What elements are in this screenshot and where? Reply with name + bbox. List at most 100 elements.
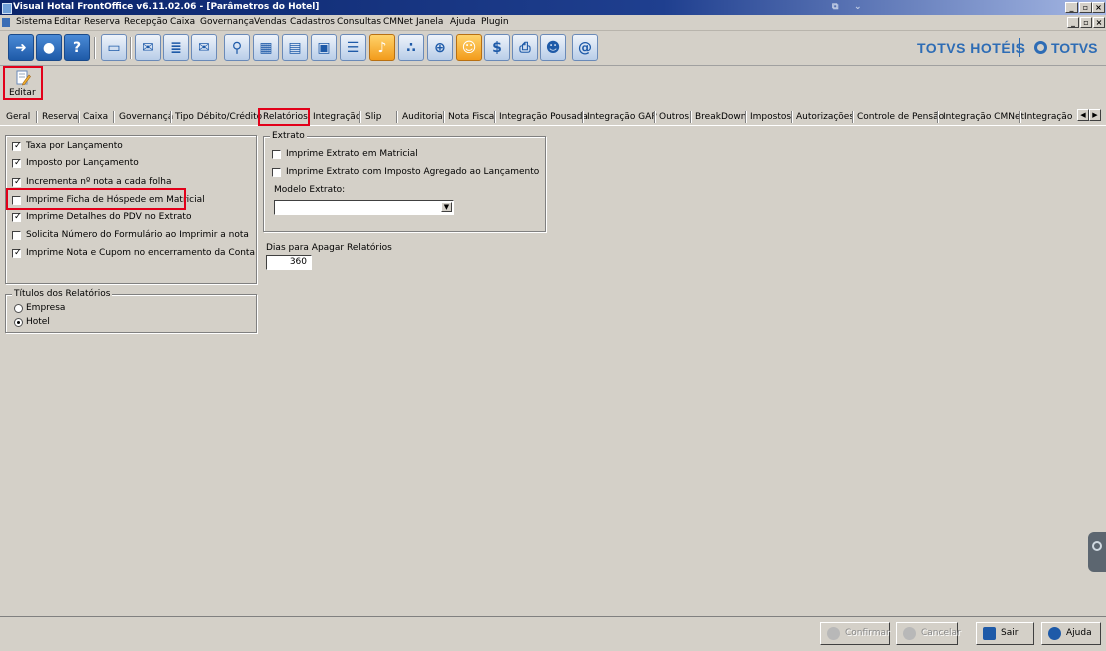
bell-icon[interactable]: ♪ — [369, 34, 395, 61]
radio-empresa-label: Empresa — [26, 303, 66, 313]
brand-totvs-label: TOTVS — [1051, 40, 1098, 56]
user-icon[interactable]: ● — [36, 34, 62, 61]
tab-scroll-left-button[interactable]: ◀ — [1077, 109, 1089, 121]
menu-janela[interactable]: Janela — [416, 16, 443, 29]
window-title: Visual Hotal FrontOffice v6.11.02.06 - [… — [13, 2, 320, 12]
close-button[interactable]: × — [1092, 2, 1105, 13]
footprints-icon[interactable]: ∴ — [398, 34, 424, 61]
terminal-icon[interactable]: ▭ — [101, 34, 127, 61]
id-card-icon[interactable]: ▣ — [311, 34, 337, 61]
radio-selected-icon[interactable] — [14, 318, 23, 327]
titulos-legend: Títulos dos Relatórios — [12, 289, 113, 300]
tab-integracao-cmnet[interactable]: Integração CMNet — [943, 110, 1024, 124]
checkbox-checked-icon[interactable]: ✓ — [12, 212, 22, 222]
chevron-down-icon[interactable]: ⌄ — [854, 1, 862, 14]
mdi-minimize-button[interactable]: _ — [1067, 17, 1079, 28]
tab-slip[interactable]: Slip — [365, 110, 381, 124]
tab-tipo-debito-credito[interactable]: Tipo Débito/Crédito — [175, 110, 262, 124]
opt-pdv-label: Imprime Detalhes do PDV no Extrato — [26, 212, 192, 222]
checkbox-checked-icon[interactable]: ✓ — [12, 177, 22, 187]
help-icon[interactable]: ? — [64, 34, 90, 61]
menu-editar[interactable]: Editar — [54, 16, 81, 29]
tab-scroll-right-button[interactable]: ▶ — [1089, 109, 1101, 121]
menu-ajuda[interactable]: Ajuda — [450, 16, 476, 29]
opt-imposto-label: Imposto por Lançamento — [26, 158, 139, 168]
logout-icon[interactable]: ➜ — [8, 34, 34, 61]
checkbox-checked-icon[interactable]: ✓ — [12, 248, 22, 258]
tab-governanca[interactable]: Governança — [119, 110, 173, 124]
mdi-restore-button[interactable]: ▫ — [1080, 17, 1092, 28]
menu-cadastros[interactable]: Cadastros — [290, 16, 335, 29]
modelo-extrato-select[interactable]: ▼ — [274, 200, 454, 215]
group-icon[interactable]: ☺ — [456, 34, 482, 61]
minimize-button[interactable]: _ — [1065, 2, 1078, 13]
card-icon[interactable]: ▤ — [282, 34, 308, 61]
tab-auditoria[interactable]: Auditoria — [402, 110, 443, 124]
menu-vendas[interactable]: Vendas — [254, 16, 287, 29]
confirm-button[interactable]: Confirmar — [820, 622, 890, 645]
help-button[interactable]: Ajuda — [1041, 622, 1101, 645]
tab-nota-fiscal[interactable]: Nota Fiscal — [448, 110, 497, 124]
menu-bar: Sistema Editar Reserva Recepção Caixa Go… — [0, 15, 1106, 31]
mdi-child-icon[interactable] — [2, 18, 10, 27]
tab-autorizacoes[interactable]: Autorizações — [796, 110, 854, 124]
tab-integracao-fi[interactable]: Integração Fi — [1024, 110, 1076, 124]
checkbox-unchecked-icon[interactable] — [272, 168, 281, 177]
printer-icon[interactable]: ⎙ — [512, 34, 538, 61]
radio-unselected-icon[interactable] — [14, 304, 23, 313]
checkbox-unchecked-icon[interactable] — [12, 231, 21, 240]
app-icon — [2, 3, 12, 14]
tab-geral[interactable]: Geral — [6, 110, 30, 124]
menu-plugin[interactable]: Plugin — [481, 16, 509, 29]
brand-divider — [1019, 38, 1020, 57]
cancel-x-icon — [903, 627, 916, 640]
radio-hotel-label: Hotel — [26, 317, 50, 327]
edit-button[interactable]: Editar — [3, 66, 43, 100]
menu-recepcao[interactable]: Recepção — [124, 16, 168, 29]
tab-controle-de-pensao[interactable]: Controle de Pensão — [857, 110, 944, 124]
checkbox-checked-icon[interactable]: ✓ — [12, 141, 22, 151]
tab-caixa[interactable]: Caixa — [83, 110, 108, 124]
mail-send-icon[interactable]: ✉ — [191, 34, 217, 61]
document-edit-icon[interactable]: ≣ — [163, 34, 189, 61]
brand-totvs-logo: TOTVS — [1034, 40, 1097, 56]
opt-taxa-label: Taxa por Lançamento — [26, 141, 123, 151]
checkbox-checked-icon[interactable]: ✓ — [12, 158, 22, 168]
contact-icon[interactable]: ☻ — [540, 34, 566, 61]
mdi-close-button[interactable]: × — [1093, 17, 1105, 28]
extrato-group: Extrato Imprime Extrato em Matricial Imp… — [263, 131, 546, 232]
brand-totvs-hoteis: TOTVS HOTÉIS — [917, 40, 1026, 56]
menu-cmnet[interactable]: CMNet — [383, 16, 413, 29]
edit-icon — [16, 70, 31, 86]
exit-button[interactable]: Sair — [976, 622, 1034, 645]
title-bar: Visual Hotal FrontOffice v6.11.02.06 - [… — [0, 0, 1106, 15]
mail-icon[interactable]: ✉ — [135, 34, 161, 61]
menu-caixa[interactable]: Caixa — [170, 16, 195, 29]
extrato-legend: Extrato — [270, 131, 307, 142]
cancel-button[interactable]: Cancelar — [896, 622, 961, 645]
menu-governanca[interactable]: Governança — [200, 16, 254, 29]
tab-reserva[interactable]: Reserva — [42, 110, 78, 124]
tab-impostos[interactable]: Impostos — [750, 110, 791, 124]
opt-extrato-imposto-label: Imprime Extrato com Imposto Agregado ao … — [286, 167, 540, 177]
menu-reserva[interactable]: Reserva — [84, 16, 120, 29]
tab-integracao[interactable]: Integração — [313, 110, 361, 124]
menu-consultas[interactable]: Consultas — [337, 16, 381, 29]
add-user-icon[interactable]: ⊕ — [427, 34, 453, 61]
calendar-icon[interactable]: ▦ — [253, 34, 279, 61]
checkbox-unchecked-icon[interactable] — [272, 150, 281, 159]
tab-integracao-pousada[interactable]: Integração Pousada — [499, 110, 588, 124]
email-at-icon[interactable]: @ — [572, 34, 598, 61]
money-icon[interactable]: $ — [484, 34, 510, 61]
maximize-button[interactable]: ▫ — [1079, 2, 1092, 13]
search-icon[interactable]: ⚲ — [224, 34, 250, 61]
side-panel-handle[interactable] — [1088, 532, 1106, 572]
menu-sistema[interactable]: Sistema — [16, 16, 52, 29]
guest-list-icon[interactable]: ☰ — [340, 34, 366, 61]
tab-outros[interactable]: Outros — [659, 110, 689, 124]
tab-breakdown[interactable]: BreakDown — [695, 110, 746, 124]
restore-down-icon[interactable]: ⧉ — [832, 1, 838, 14]
chevron-down-icon[interactable]: ▼ — [441, 202, 452, 212]
tab-integracao-gap[interactable]: Integração GAP — [587, 110, 657, 124]
dias-apagar-input[interactable]: 360 — [266, 255, 312, 270]
